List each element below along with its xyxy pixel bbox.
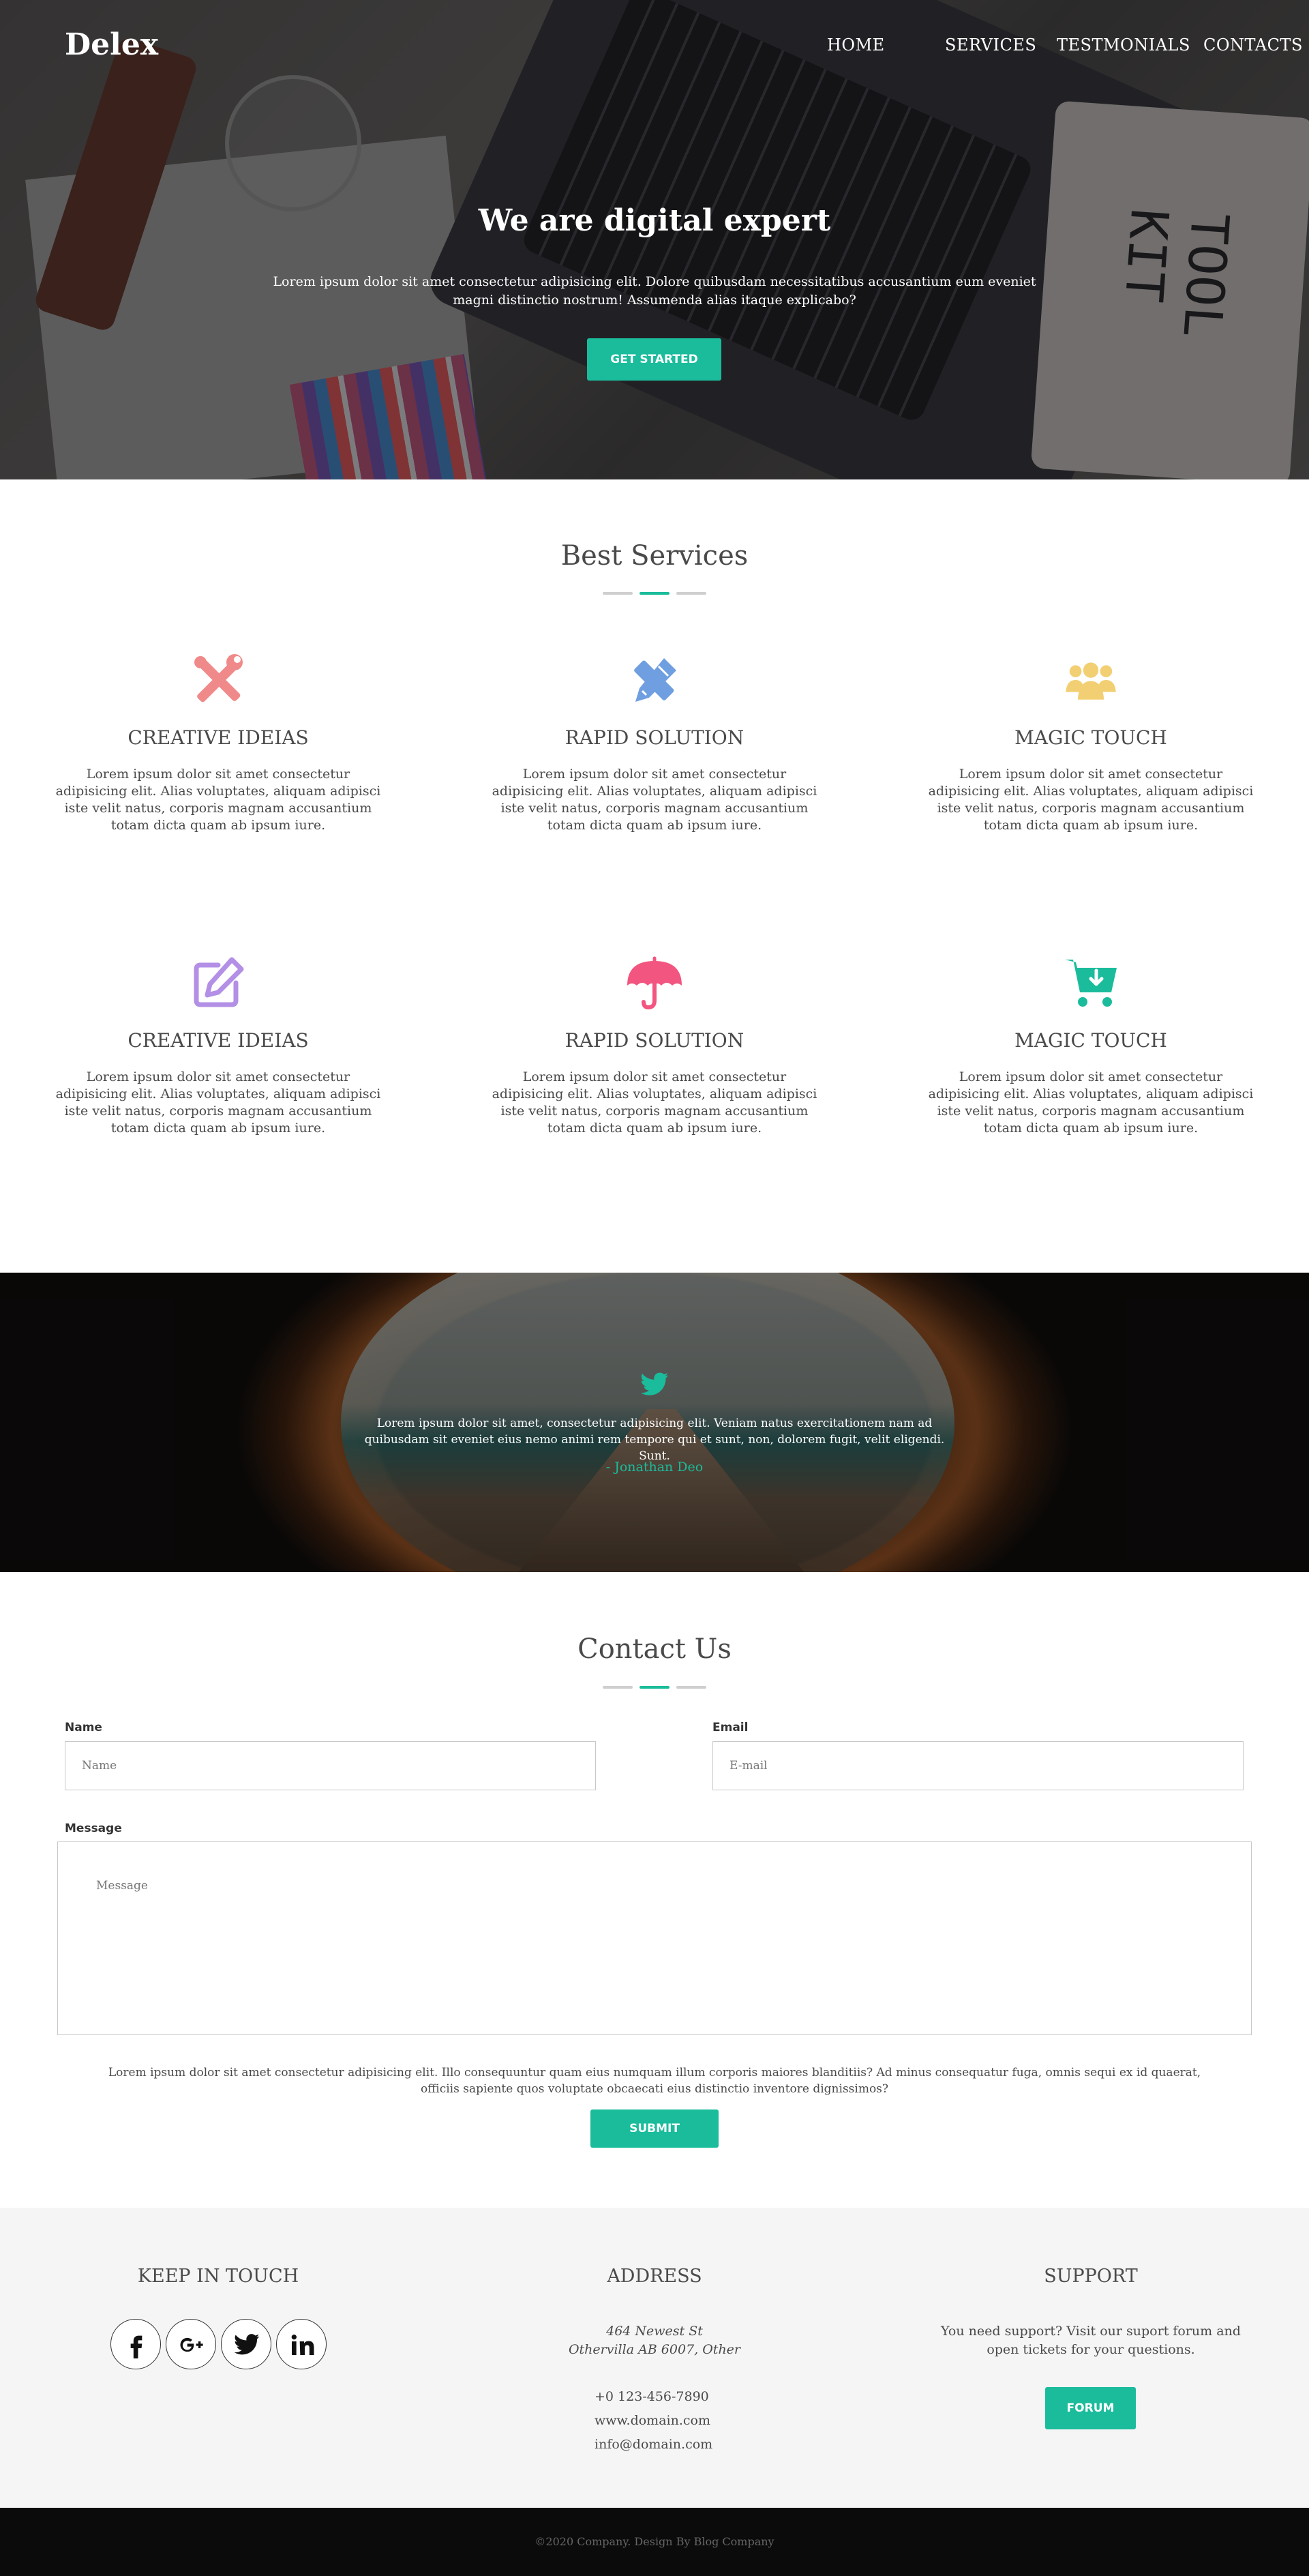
cart-download-icon: [1065, 960, 1117, 1007]
address-title: ADDRESS: [607, 2266, 702, 2287]
name-placeholder: Name: [82, 1759, 117, 1773]
twitter-icon: [640, 1372, 669, 1395]
nav-contacts[interactable]: CONTACTS: [1203, 35, 1303, 55]
edit-icon: [194, 957, 244, 1007]
support-text: You need support? Visit our suport forum…: [941, 2324, 1241, 2357]
tools-icon: [194, 654, 243, 702]
copyright: ©2020 Company. Design By Blog Company: [0, 2508, 1309, 2576]
keep-in-touch-title: KEEP IN TOUCH: [137, 2266, 299, 2287]
address-line1: 464 Newest St: [606, 2324, 703, 2339]
name-label: Name: [65, 1721, 102, 1734]
linkedin-icon: [291, 2335, 314, 2355]
message-label: Message: [65, 1822, 122, 1835]
hero-section: TOOL KIT Delex HOME SERVICES TESTMONIALS…: [0, 0, 1309, 479]
google-plus-icon: [180, 2337, 203, 2352]
service-title: RAPID SOLUTION: [565, 1029, 744, 1052]
service-title: MAGIC TOUCH: [1014, 1029, 1167, 1052]
contact-note: Lorem ipsum dolor sit amet consectetur a…: [108, 2066, 1201, 2096]
nav-testmonials[interactable]: TESTMONIALS: [1057, 35, 1190, 55]
footer: KEEP IN TOUCH ADDRESS 464 Newest St Othe…: [0, 2208, 1309, 2508]
service-title: CREATIVE IDEIAS: [127, 726, 309, 749]
pencil-ruler-icon: [634, 658, 676, 702]
facebook-icon: [130, 2335, 142, 2358]
nav-home[interactable]: HOME: [827, 35, 885, 55]
service-desc: Lorem ipsum dolor sit amet consectetur a…: [928, 1069, 1254, 1136]
service-desc: Lorem ipsum dolor sit amet consectetur a…: [55, 1069, 381, 1136]
service-desc: Lorem ipsum dolor sit amet consectetur a…: [55, 767, 381, 833]
testimonial-author: - Jonathan Deo: [605, 1460, 704, 1475]
google-plus-button[interactable]: [166, 2319, 216, 2369]
contact-title: Contact Us: [577, 1633, 732, 1665]
email-field[interactable]: E-mail: [712, 1741, 1244, 1790]
service-title: MAGIC TOUCH: [1014, 726, 1167, 749]
service-title: RAPID SOLUTION: [565, 726, 744, 749]
umbrella-icon: [627, 956, 682, 1010]
linkedin-button[interactable]: [276, 2319, 327, 2369]
email-placeholder: E-mail: [729, 1759, 768, 1773]
phone[interactable]: +0 123-456-7890: [595, 2388, 709, 2406]
services-divider: [603, 592, 706, 595]
hero-overlay: [0, 0, 1309, 479]
logo[interactable]: Delex: [65, 27, 158, 62]
twitter-icon: [234, 2334, 260, 2355]
testimonial-text: Lorem ipsum dolor sit amet, consectetur …: [364, 1417, 945, 1463]
submit-button[interactable]: SUBMIT: [590, 2109, 719, 2148]
email-link[interactable]: info@domain.com: [595, 2436, 712, 2454]
twitter-button[interactable]: [221, 2319, 271, 2369]
testimonial-section: Lorem ipsum dolor sit amet, consectetur …: [0, 1273, 1309, 1572]
support-title: SUPPORT: [1044, 2266, 1138, 2287]
service-desc: Lorem ipsum dolor sit amet consectetur a…: [492, 767, 817, 833]
forum-button[interactable]: FORUM: [1045, 2387, 1136, 2429]
nav-services[interactable]: SERVICES: [945, 35, 1036, 55]
message-placeholder: Message: [96, 1879, 148, 1893]
website-link[interactable]: www.domain.com: [595, 2412, 710, 2430]
services-title: Best Services: [560, 540, 749, 572]
service-title: CREATIVE IDEIAS: [127, 1029, 309, 1052]
address-line2: Othervilla AB 6007, Other: [568, 2342, 741, 2357]
hero-title: We are digital expert: [478, 203, 831, 238]
name-field[interactable]: Name: [65, 1741, 596, 1790]
hero-text: Lorem ipsum dolor sit amet consectetur a…: [273, 274, 1036, 308]
message-field[interactable]: Message: [57, 1841, 1252, 2035]
facebook-button[interactable]: [110, 2319, 161, 2369]
service-desc: Lorem ipsum dolor sit amet consectetur a…: [928, 767, 1254, 833]
email-label: Email: [712, 1721, 749, 1734]
users-icon: [1066, 662, 1116, 700]
service-desc: Lorem ipsum dolor sit amet consectetur a…: [492, 1069, 817, 1136]
get-started-button[interactable]: GET STARTED: [587, 338, 721, 381]
contact-divider: [603, 1686, 706, 1689]
